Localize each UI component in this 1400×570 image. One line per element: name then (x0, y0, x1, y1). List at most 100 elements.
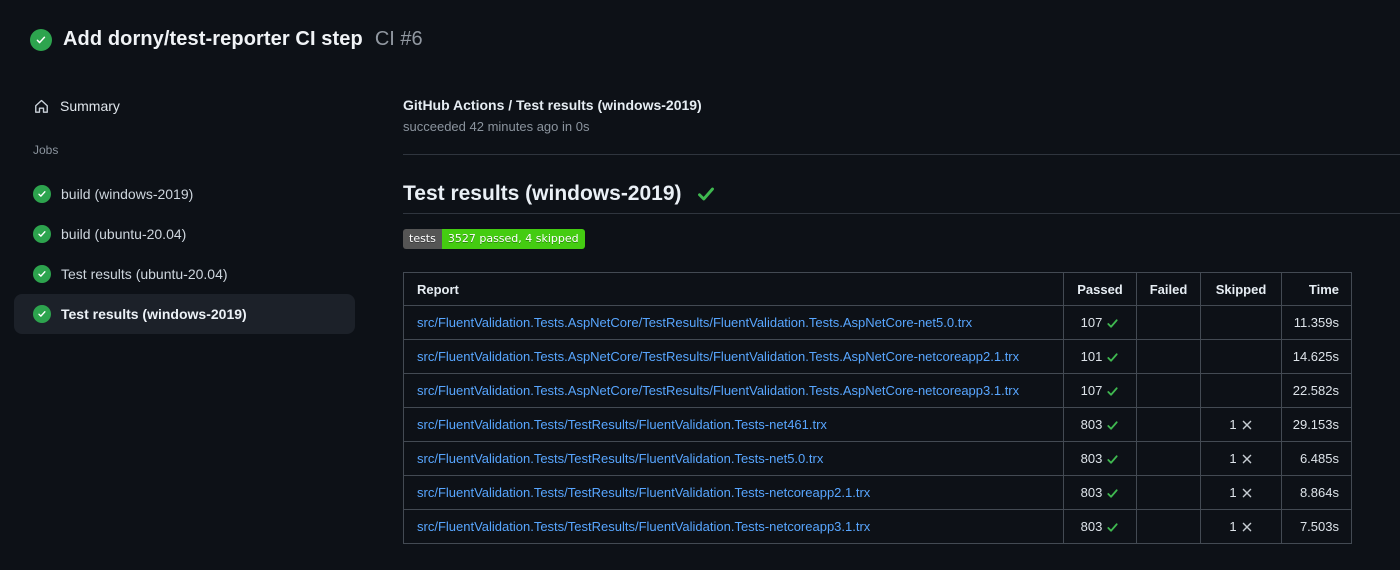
success-check-circle-icon (33, 265, 51, 283)
passed-cell: 803 (1063, 407, 1137, 442)
passed-cell: 803 (1063, 441, 1137, 476)
table-row: src/FluentValidation.Tests/TestResults/F… (403, 509, 1352, 544)
success-check-circle-icon (30, 28, 52, 51)
check-icon (1106, 521, 1119, 534)
x-icon (1241, 521, 1253, 533)
badge-label: tests (403, 229, 442, 249)
sidebar-item-test-results-ubuntu-2004[interactable]: Test results (ubuntu-20.04) (14, 254, 355, 294)
report-link[interactable]: src/FluentValidation.Tests.AspNetCore/Te… (417, 383, 1063, 398)
badge-status: 3527 passed, 4 skipped (441, 229, 585, 249)
report-cell: src/FluentValidation.Tests.AspNetCore/Te… (403, 373, 1064, 408)
sidebar-item-build-ubuntu-2004[interactable]: build (ubuntu-20.04) (14, 214, 355, 254)
table-row: src/FluentValidation.Tests/TestResults/F… (403, 475, 1352, 510)
passed-count: 803 (1080, 519, 1103, 535)
sidebar-item-build-windows-2019[interactable]: build (windows-2019) (14, 174, 355, 214)
passed-cell: 107 (1063, 305, 1137, 340)
skipped-count: 1 (1229, 417, 1237, 433)
time-cell: 11.359s (1281, 305, 1352, 340)
report-link[interactable]: src/FluentValidation.Tests/TestResults/F… (417, 451, 1063, 466)
report-link[interactable]: src/FluentValidation.Tests.AspNetCore/Te… (417, 349, 1063, 364)
success-check-circle-icon (33, 225, 51, 243)
workflow-run-page: Add dorny/test-reporter CI step CI #6 Su… (0, 0, 1400, 570)
run-title: Add dorny/test-reporter CI step (63, 28, 363, 50)
x-icon (1241, 419, 1253, 431)
report-cell: src/FluentValidation.Tests/TestResults/F… (403, 441, 1064, 476)
skipped-cell: 1 (1200, 475, 1282, 510)
sidebar-item-summary[interactable]: Summary (14, 88, 355, 124)
failed-cell (1136, 339, 1201, 374)
success-check-circle-icon (33, 305, 51, 323)
skipped-cell: 1 (1200, 407, 1282, 442)
run-header: Add dorny/test-reporter CI step CI #6 (30, 28, 423, 51)
table-row: src/FluentValidation.Tests/TestResults/F… (403, 441, 1352, 476)
sidebar-item-label: Test results (ubuntu-20.04) (61, 266, 228, 282)
report-link[interactable]: src/FluentValidation.Tests/TestResults/F… (417, 417, 1063, 432)
failed-cell (1136, 475, 1201, 510)
column-header-passed: Passed (1063, 272, 1137, 306)
success-check-circle-icon (33, 185, 51, 203)
time-cell: 22.582s (1281, 373, 1352, 408)
table-row: src/FluentValidation.Tests.AspNetCore/Te… (403, 305, 1352, 340)
jobs-nav: build (windows-2019) build (ubuntu-20.04… (14, 174, 355, 334)
report-cell: src/FluentValidation.Tests.AspNetCore/Te… (403, 339, 1064, 374)
check-run-status: succeeded 42 minutes ago in 0s (403, 119, 590, 134)
failed-cell (1136, 407, 1201, 442)
failed-cell (1136, 305, 1201, 340)
table-header-row: Report Passed Failed Skipped Time (403, 272, 1352, 306)
skipped-count: 1 (1229, 451, 1237, 467)
passed-count: 101 (1080, 349, 1103, 365)
passed-count: 803 (1080, 485, 1103, 501)
sidebar-item-test-results-windows-2019[interactable]: Test results (windows-2019) (14, 294, 355, 334)
passed-cell: 803 (1063, 509, 1137, 544)
section-heading: Test results (windows-2019) (403, 179, 1400, 209)
check-icon (1106, 351, 1119, 364)
passed-count: 803 (1080, 417, 1103, 433)
check-icon (1106, 317, 1119, 330)
check-icon (1106, 487, 1119, 500)
jobs-section-label: Jobs (33, 143, 59, 157)
sidebar: Summary Jobs build (windows-2019) build … (14, 88, 355, 334)
table-row: src/FluentValidation.Tests.AspNetCore/Te… (403, 339, 1352, 374)
column-header-failed: Failed (1136, 272, 1201, 306)
skipped-cell: 1 (1200, 441, 1282, 476)
skipped-cell (1200, 305, 1282, 340)
x-icon (1241, 453, 1253, 465)
passed-cell: 803 (1063, 475, 1137, 510)
sidebar-item-label: build (windows-2019) (61, 186, 194, 202)
report-link[interactable]: src/FluentValidation.Tests/TestResults/F… (417, 519, 1063, 534)
report-cell: src/FluentValidation.Tests/TestResults/F… (403, 509, 1064, 544)
time-cell: 14.625s (1281, 339, 1352, 374)
report-cell: src/FluentValidation.Tests/TestResults/F… (403, 407, 1064, 442)
passed-count: 803 (1080, 451, 1103, 467)
table-row: src/FluentValidation.Tests/TestResults/F… (403, 407, 1352, 442)
check-icon (1106, 385, 1119, 398)
skipped-count: 1 (1229, 519, 1237, 535)
divider (403, 213, 1400, 214)
check-icon (696, 184, 716, 204)
column-header-time: Time (1281, 272, 1352, 306)
sidebar-item-label: Summary (60, 98, 120, 114)
tests-badge: tests 3527 passed, 4 skipped (403, 229, 585, 249)
sidebar-item-label: build (ubuntu-20.04) (61, 226, 187, 242)
failed-cell (1136, 441, 1201, 476)
check-run-title: GitHub Actions / Test results (windows-2… (403, 97, 702, 113)
home-icon (33, 98, 50, 115)
sidebar-item-label: Test results (windows-2019) (61, 306, 247, 322)
time-cell: 8.864s (1281, 475, 1352, 510)
check-icon (1106, 419, 1119, 432)
time-cell: 29.153s (1281, 407, 1352, 442)
skipped-cell (1200, 373, 1282, 408)
time-cell: 6.485s (1281, 441, 1352, 476)
passed-count: 107 (1080, 315, 1103, 331)
report-link[interactable]: src/FluentValidation.Tests/TestResults/F… (417, 485, 1063, 500)
failed-cell (1136, 373, 1201, 408)
run-number: CI #6 (374, 28, 423, 50)
passed-cell: 101 (1063, 339, 1137, 374)
skipped-cell: 1 (1200, 509, 1282, 544)
skipped-count: 1 (1229, 485, 1237, 501)
x-icon (1241, 487, 1253, 499)
divider (403, 154, 1400, 155)
failed-cell (1136, 509, 1201, 544)
report-link[interactable]: src/FluentValidation.Tests.AspNetCore/Te… (417, 315, 1063, 330)
time-cell: 7.503s (1281, 509, 1352, 544)
